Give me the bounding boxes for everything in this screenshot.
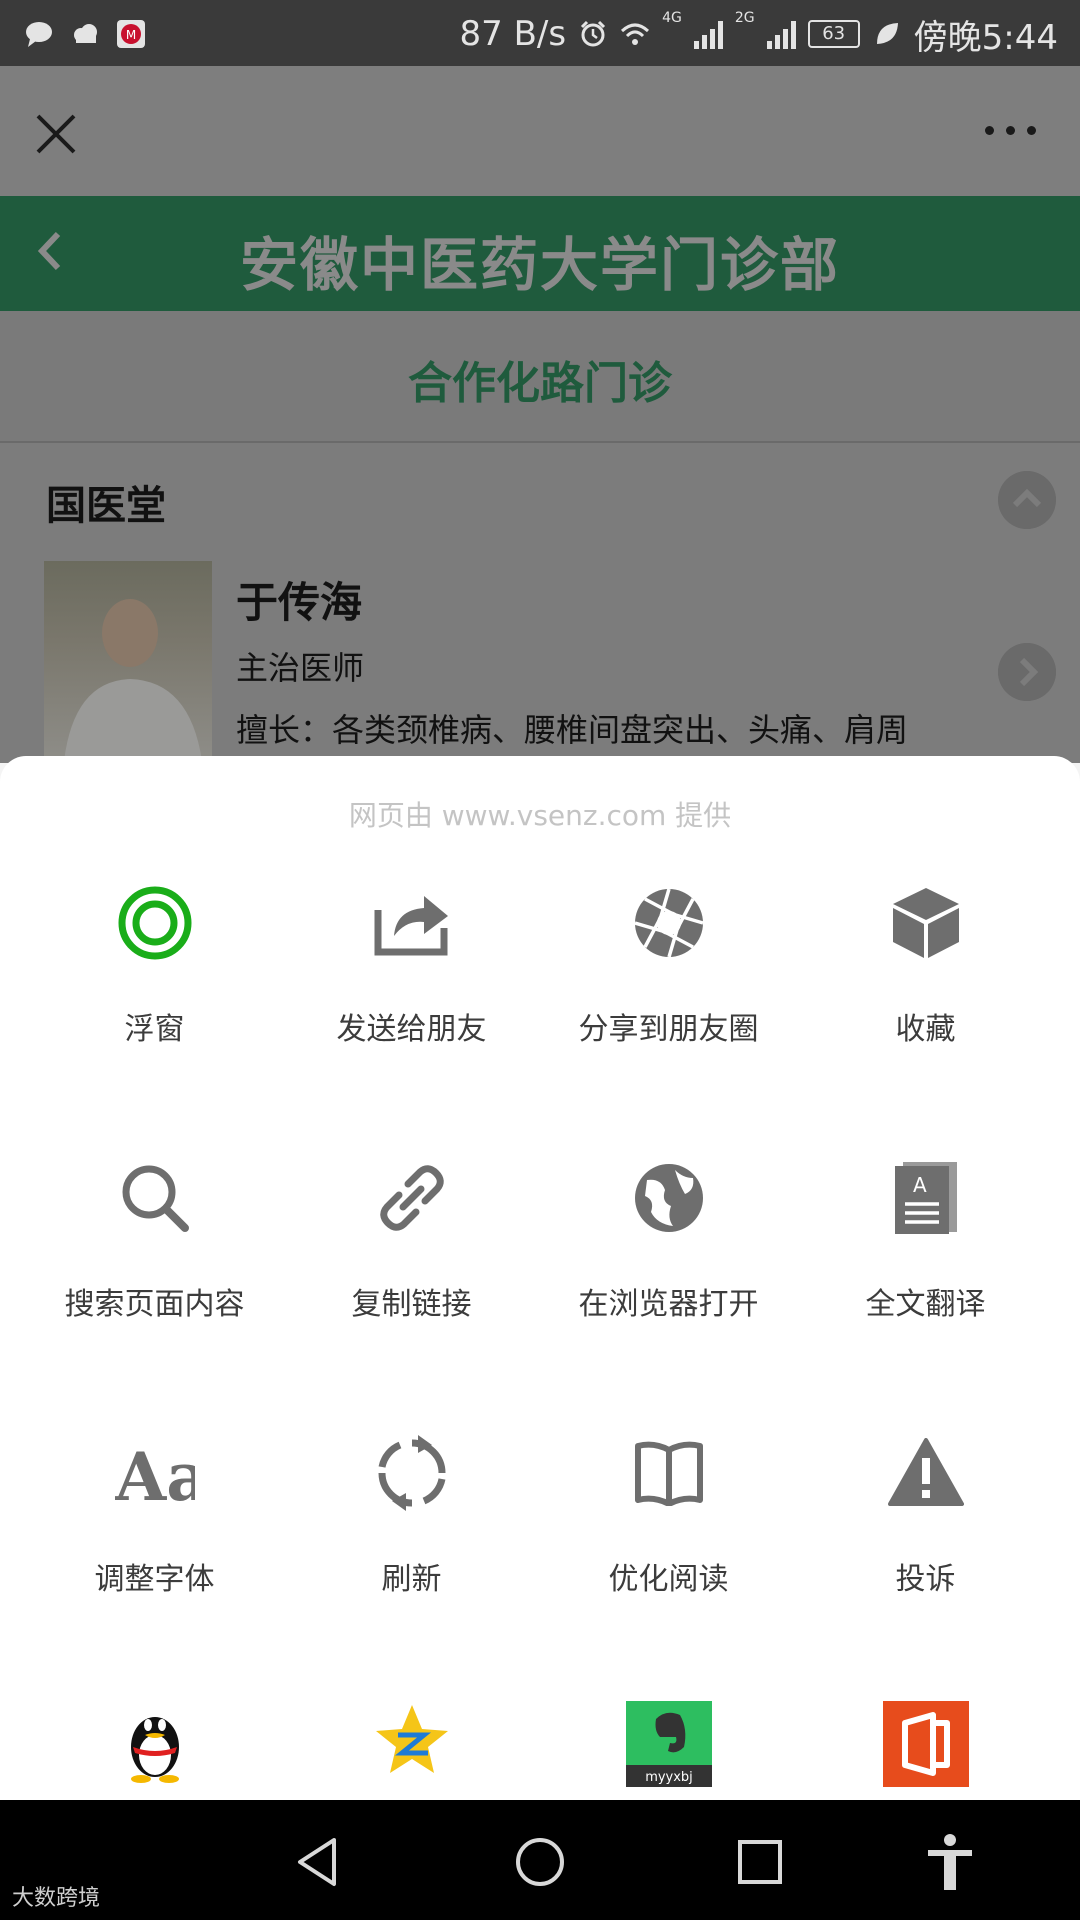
doctor-name: 于传海	[236, 578, 363, 627]
share-apps-row: myyxbj	[26, 1701, 1054, 1787]
action-floating-window[interactable]: 浮窗	[26, 856, 283, 1131]
warning-icon	[887, 1438, 964, 1506]
action-label: 复制链接	[351, 1287, 472, 1322]
action-label: 搜索页面内容	[64, 1287, 245, 1322]
doctor-title: 主治医师	[236, 649, 365, 687]
action-label: 浮窗	[124, 1012, 185, 1047]
action-label: 在浏览器打开	[578, 1287, 759, 1322]
clinic-header: 合作化路门诊	[0, 311, 1080, 443]
wifi-icon	[621, 23, 650, 45]
action-label: 调整字体	[94, 1562, 215, 1597]
office-app-icon	[882, 1701, 969, 1787]
refresh-icon	[378, 1435, 445, 1511]
home-nav-icon[interactable]	[510, 1832, 570, 1892]
app-office[interactable]	[797, 1701, 1054, 1787]
action-search-page[interactable]: 搜索页面内容	[26, 1131, 283, 1406]
signal-4g-icon	[693, 19, 723, 49]
clock: 傍晚5:44	[913, 17, 1058, 58]
action-label: 全文翻译	[865, 1287, 986, 1322]
svg-text:M: M	[126, 28, 136, 42]
section-title: 国医堂	[46, 483, 166, 529]
cloud-icon	[74, 24, 97, 43]
page-title: 安徽中医药大学门诊部	[239, 231, 840, 299]
action-label: 投诉	[895, 1562, 956, 1597]
share-to-friend-icon	[374, 896, 448, 956]
link-icon	[379, 1165, 444, 1231]
action-send-to-friend[interactable]: 发送给朋友	[283, 856, 540, 1131]
back-nav-icon[interactable]	[290, 1832, 350, 1892]
doctor-skill: 擅长：各类颈椎病、腰椎间盘突出、头痛、肩周	[236, 711, 909, 749]
provider-text: 网页由 www.vsenz.com 提供	[348, 799, 732, 832]
book-icon	[634, 1441, 703, 1506]
app-qq[interactable]	[26, 1701, 283, 1787]
app-evernote[interactable]: myyxbj	[540, 1701, 797, 1787]
status-bar: M 87 B/s 4G 2G 63 傍晚5:44	[0, 0, 1080, 66]
qzone-app-icon	[375, 1705, 448, 1773]
svg-text:A: A	[913, 1173, 927, 1197]
app-qzone[interactable]	[283, 1701, 540, 1787]
net-speed: 87 B/s	[459, 14, 567, 54]
doctor-photo	[44, 561, 212, 761]
collapse-icon[interactable]	[998, 471, 1056, 529]
chevron-right-icon[interactable]	[998, 643, 1056, 701]
action-label: 发送给朋友	[336, 1012, 487, 1047]
recents-nav-icon[interactable]	[730, 1832, 790, 1892]
action-label: 收藏	[895, 1012, 956, 1047]
signal-2g-icon	[766, 19, 796, 49]
close-icon[interactable]	[28, 106, 84, 162]
action-refresh[interactable]: 刷新	[283, 1406, 540, 1681]
bank-app-icon: M	[117, 20, 145, 48]
battery-icon: 63	[807, 20, 860, 48]
action-label: 优化阅读	[608, 1562, 729, 1597]
clinic-title: 合作化路门诊	[408, 358, 672, 409]
doctor-section: 国医堂 于传海 主治医师 擅长：各类颈椎病、腰椎间盘突出、头痛、肩周	[0, 443, 1080, 763]
svg-text:Aa: Aa	[115, 1438, 195, 1508]
action-label: 刷新	[381, 1562, 442, 1597]
globe-icon	[634, 1164, 703, 1232]
evernote-app-icon: myyxbj	[625, 1701, 712, 1787]
action-translate[interactable]: A 全文翻译	[797, 1131, 1054, 1406]
action-favorite[interactable]: 收藏	[797, 856, 1054, 1131]
network-4g-label: 4G	[662, 10, 682, 26]
qq-app-icon	[130, 1717, 179, 1783]
action-label: 分享到朋友圈	[578, 1012, 759, 1047]
svg-text:myyxbj: myyxbj	[645, 1770, 693, 1785]
leaf-icon	[876, 23, 898, 44]
watermark: 大数跨境	[12, 1886, 101, 1911]
page-header: 安徽中医药大学门诊部	[0, 196, 1080, 311]
alarm-icon	[581, 20, 606, 47]
action-sheet: 网页由 www.vsenz.com 提供 浮窗 发送给朋友 分享到朋友圈 收藏 …	[0, 756, 1080, 1800]
action-copy-link[interactable]: 复制链接	[283, 1131, 540, 1406]
more-icon[interactable]	[985, 126, 1036, 135]
action-open-browser[interactable]: 在浏览器打开	[540, 1131, 797, 1406]
system-nav-bar	[0, 1800, 1080, 1920]
action-report[interactable]: 投诉	[797, 1406, 1054, 1681]
action-grid: 浮窗 发送给朋友 分享到朋友圈 收藏 搜索页面内容 复制链接 在浏览器打开 A	[26, 856, 1054, 1681]
action-moments[interactable]: 分享到朋友圈	[540, 856, 797, 1131]
action-font-size[interactable]: Aa 调整字体	[26, 1406, 283, 1681]
moments-icon	[634, 888, 703, 958]
action-reader-mode[interactable]: 优化阅读	[540, 1406, 797, 1681]
search-icon	[122, 1165, 189, 1232]
status-right: 87 B/s 4G 2G 63 傍晚5:44	[460, 10, 1058, 58]
accessibility-icon[interactable]	[920, 1832, 980, 1892]
floating-window-icon	[118, 886, 191, 960]
browser-toolbar	[0, 66, 1080, 196]
favorite-cube-icon	[892, 888, 959, 958]
notification-icons: M	[24, 14, 146, 54]
translate-icon: A	[894, 1162, 957, 1234]
message-icon	[26, 22, 52, 47]
font-size-icon: Aa	[115, 1438, 195, 1508]
network-2g-label: 2G	[734, 10, 755, 26]
